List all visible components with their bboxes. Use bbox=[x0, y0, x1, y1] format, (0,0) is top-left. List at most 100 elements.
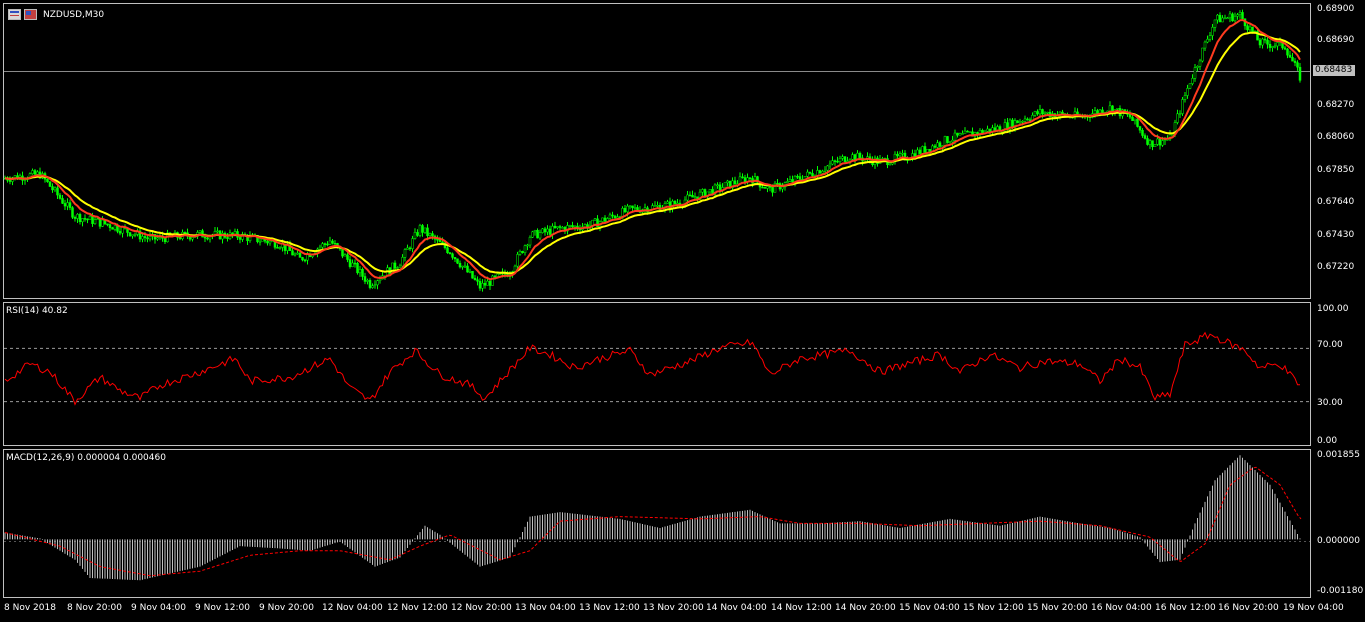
candle-body bbox=[518, 251, 522, 255]
candle-body bbox=[1258, 39, 1262, 46]
candle-body bbox=[191, 237, 194, 240]
candle-body bbox=[66, 202, 69, 207]
candle-body bbox=[1143, 135, 1147, 139]
time-tick: 16 Nov 04:00 bbox=[1091, 603, 1152, 613]
candle-body bbox=[113, 225, 117, 230]
candle-body bbox=[301, 257, 304, 261]
candle-body bbox=[413, 232, 417, 239]
candle-body bbox=[776, 182, 779, 185]
time-tick: 12 Nov 12:00 bbox=[387, 603, 448, 613]
candle-body bbox=[821, 170, 824, 174]
candle-body bbox=[1156, 138, 1159, 145]
candle-body bbox=[628, 205, 632, 208]
candle-body bbox=[1163, 139, 1167, 142]
candle-body bbox=[298, 252, 302, 258]
candle-body bbox=[1261, 38, 1264, 46]
candle-body bbox=[156, 237, 159, 240]
candle-body bbox=[353, 262, 357, 265]
candle-body bbox=[763, 187, 767, 189]
candle-body bbox=[76, 214, 79, 219]
candle-body bbox=[571, 225, 574, 228]
candle-body bbox=[1181, 99, 1184, 114]
price-tick: 0.67430 bbox=[1317, 230, 1355, 240]
time-tick: 8 Nov 20:00 bbox=[67, 603, 122, 613]
candle-body bbox=[546, 228, 549, 233]
time-tick: 13 Nov 12:00 bbox=[579, 603, 640, 613]
candle-body bbox=[1141, 129, 1144, 136]
candle-body bbox=[1296, 62, 1299, 68]
candle-body bbox=[31, 170, 34, 174]
rsi-tick: 30.00 bbox=[1317, 398, 1343, 408]
candle-body bbox=[958, 133, 962, 136]
candle-body bbox=[78, 214, 82, 223]
candle-body bbox=[118, 231, 122, 234]
candle-body bbox=[476, 279, 479, 282]
candle-body bbox=[348, 259, 352, 267]
candle-body bbox=[553, 225, 557, 229]
time-tick: 19 Nov 04:00 bbox=[1283, 603, 1344, 613]
candle-body bbox=[653, 205, 657, 207]
price-tick: 0.68270 bbox=[1317, 100, 1355, 110]
candle-body bbox=[928, 148, 932, 152]
price-tick: 0.68060 bbox=[1317, 132, 1355, 142]
price-tick: 0.68900 bbox=[1317, 4, 1355, 14]
candle-body bbox=[321, 243, 324, 248]
panel-borders bbox=[3, 3, 1311, 598]
price-panel-border bbox=[3, 3, 1311, 299]
candle-body bbox=[373, 284, 377, 287]
candle-body bbox=[101, 219, 104, 227]
candle-body bbox=[936, 142, 939, 148]
time-tick: 15 Nov 04:00 bbox=[899, 603, 960, 613]
candle-body bbox=[58, 194, 62, 199]
candle-body bbox=[33, 170, 37, 175]
candle-body bbox=[238, 237, 242, 240]
candle-body bbox=[121, 227, 124, 234]
macd-panel-border bbox=[3, 449, 1311, 598]
candle-body bbox=[938, 142, 942, 147]
candle-body bbox=[36, 171, 39, 175]
window-icon[interactable] bbox=[8, 9, 21, 20]
candle-body bbox=[761, 186, 764, 189]
candle-body bbox=[461, 265, 464, 268]
candle-body bbox=[488, 280, 492, 286]
candle-body bbox=[486, 280, 489, 286]
candle-body bbox=[183, 231, 187, 234]
candle-body bbox=[408, 247, 412, 250]
candle-body bbox=[61, 198, 64, 204]
candle-body bbox=[768, 186, 772, 188]
candle-body bbox=[1018, 121, 1022, 124]
candle-body bbox=[1021, 121, 1024, 123]
candle-body bbox=[1136, 118, 1139, 127]
macd-signal-line bbox=[4, 466, 1302, 576]
candle-body bbox=[63, 203, 67, 207]
candle-body bbox=[108, 224, 112, 228]
candle-body bbox=[1291, 57, 1294, 62]
chart-area[interactable] bbox=[0, 0, 1365, 622]
candle-body bbox=[1178, 113, 1182, 115]
candle-body bbox=[418, 225, 422, 236]
candle-body bbox=[798, 176, 802, 180]
candle-body bbox=[1236, 14, 1239, 17]
candle-body bbox=[1158, 138, 1162, 146]
candle-body bbox=[431, 233, 434, 237]
price-tick: 0.68690 bbox=[1317, 35, 1355, 45]
candle-body bbox=[1218, 14, 1222, 23]
candle-body bbox=[676, 202, 679, 205]
candle-body bbox=[1293, 60, 1297, 63]
candle-body bbox=[376, 280, 379, 286]
candle-body bbox=[1198, 60, 1202, 67]
time-tick: 12 Nov 20:00 bbox=[451, 603, 512, 613]
candle-body bbox=[1216, 14, 1219, 21]
candle-body bbox=[291, 250, 294, 256]
candle-body bbox=[468, 271, 472, 273]
time-tick: 15 Nov 12:00 bbox=[963, 603, 1024, 613]
candle-body bbox=[91, 215, 94, 224]
candle-body bbox=[956, 132, 959, 136]
candle-body bbox=[1016, 120, 1019, 124]
candle-body bbox=[818, 170, 822, 174]
candle-body bbox=[141, 236, 144, 240]
candle-body bbox=[1248, 26, 1252, 31]
window-icon-2[interactable] bbox=[24, 9, 37, 20]
candle-body bbox=[68, 202, 72, 208]
candle-body bbox=[331, 240, 334, 244]
